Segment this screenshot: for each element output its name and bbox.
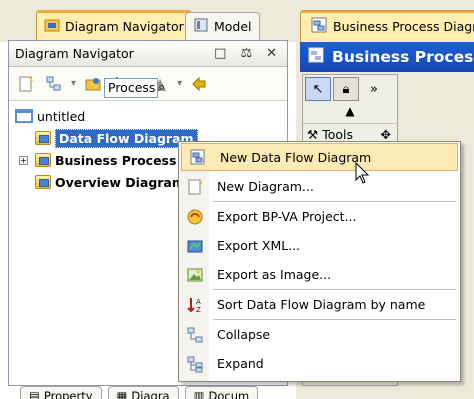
bpd-title-icon bbox=[308, 47, 324, 67]
menu-item-sort-by-name[interactable]: AZ Sort Data Flow Diagram by name bbox=[179, 290, 460, 319]
tab-label: Docum bbox=[208, 389, 250, 399]
mouse-cursor-icon bbox=[355, 161, 371, 189]
lock-tool-icon[interactable]: 🔒︎ bbox=[333, 77, 359, 101]
context-menu: New Data Flow Diagram New Diagram... Exp… bbox=[178, 141, 461, 382]
model-icon bbox=[193, 17, 209, 36]
process-field[interactable]: Process bbox=[104, 78, 158, 98]
scroll-up-icon[interactable]: ▲ bbox=[303, 103, 397, 119]
menu-item-label: Export BP-VA Project... bbox=[217, 209, 357, 224]
tab-diagram-navigator[interactable]: Diagram Navigator bbox=[36, 10, 192, 42]
documentation-icon: ▥ bbox=[193, 389, 205, 399]
menu-item-collapse[interactable]: Collapse bbox=[179, 320, 460, 349]
menu-item-label: Export as Image... bbox=[217, 267, 332, 282]
tab-label: Diagram Navigator bbox=[65, 19, 184, 34]
dropdown-arrow-icon[interactable]: ▾ bbox=[177, 78, 182, 89]
new-dfd-icon bbox=[188, 147, 208, 167]
navigator-title: Diagram Navigator bbox=[15, 46, 134, 61]
svg-text:A: A bbox=[196, 298, 201, 306]
diagram-folder-icon bbox=[35, 131, 51, 145]
editor-title-bar: Business Process D bbox=[300, 42, 474, 72]
bpd-diagram-icon bbox=[311, 17, 327, 36]
tab-label: Property bbox=[43, 389, 93, 399]
expand-plus-icon[interactable]: + bbox=[19, 155, 28, 165]
tab-documentation[interactable]: ▥ Docum bbox=[184, 386, 259, 399]
menu-item-label: New Data Flow Diagram bbox=[220, 149, 372, 165]
tab-diagram[interactable]: ▦ Diagra bbox=[107, 386, 179, 399]
collapse-icon bbox=[185, 325, 205, 345]
tab-label: Business Process Diagram bbox=[333, 19, 474, 34]
svg-text:Z: Z bbox=[196, 306, 201, 314]
menu-item-new-data-flow-diagram[interactable]: New Data Flow Diagram bbox=[181, 143, 458, 171]
menu-item-export-xml[interactable]: Export XML... bbox=[179, 231, 460, 260]
tree-item-label: Data Flow Diagram bbox=[55, 128, 198, 148]
restore-icon[interactable]: □ bbox=[214, 46, 226, 61]
diagram-icon: ▦ bbox=[116, 389, 128, 399]
menu-item-expand[interactable]: Expand bbox=[179, 349, 460, 378]
menu-item-label: Collapse bbox=[217, 327, 271, 342]
tab-label: Model bbox=[214, 19, 252, 34]
open-folder-icon[interactable] bbox=[82, 73, 104, 95]
menu-item-export-as-image[interactable]: Export as Image... bbox=[179, 260, 460, 289]
tab-model[interactable]: Model bbox=[185, 12, 260, 40]
menu-item-export-bpva-project[interactable]: Export BP-VA Project... bbox=[179, 202, 460, 231]
diagram-folder-icon bbox=[35, 153, 51, 167]
menu-item-label: Expand bbox=[217, 356, 264, 371]
menu-item-new-diagram[interactable]: New Diagram... bbox=[179, 172, 460, 201]
tools-icon: ⚒ bbox=[307, 126, 319, 142]
tab-property[interactable]: ▤ Property bbox=[20, 386, 102, 399]
export-bpva-icon bbox=[185, 207, 205, 227]
editor-title: Business Process D bbox=[332, 48, 474, 66]
tree-root-label: untitled bbox=[37, 108, 86, 124]
expand-icon bbox=[185, 354, 205, 374]
close-icon[interactable]: ✕ bbox=[266, 46, 277, 61]
dropdown-arrow-icon[interactable]: ▾ bbox=[71, 78, 76, 89]
menu-item-label: New Diagram... bbox=[217, 179, 314, 194]
new-diagram-icon bbox=[185, 177, 205, 197]
tools-label: Tools bbox=[322, 126, 354, 142]
project-root-icon bbox=[15, 109, 33, 123]
move-icon[interactable]: ✥ bbox=[381, 127, 397, 142]
bottom-tab-bar: ▤ Property ▦ Diagra ▥ Docum bbox=[20, 386, 259, 399]
tree-item-label: Overview Diagram bbox=[55, 174, 185, 190]
pin-icon[interactable]: ⚖ bbox=[240, 46, 252, 61]
tree-view-icon[interactable] bbox=[43, 73, 65, 95]
pointer-tool-icon[interactable]: ↖ bbox=[305, 77, 331, 101]
refresh-icon[interactable] bbox=[188, 73, 210, 95]
export-xml-icon bbox=[185, 236, 205, 256]
export-image-icon bbox=[185, 265, 205, 285]
tab-label: Diagra bbox=[131, 389, 170, 399]
search-icon[interactable]: ⌕ bbox=[158, 80, 165, 95]
navigator-header: Diagram Navigator □ ⚖ ✕ bbox=[9, 41, 287, 67]
menu-item-label: Export XML... bbox=[217, 238, 301, 253]
tab-business-process-diagram[interactable]: Business Process Diagram bbox=[300, 10, 474, 42]
more-tools-icon[interactable]: » bbox=[361, 77, 387, 101]
menu-item-label: Sort Data Flow Diagram by name bbox=[217, 297, 426, 312]
tree-item-label: Business Process bbox=[55, 152, 177, 168]
tree-root-untitled[interactable]: untitled bbox=[15, 105, 287, 127]
diagram-folder-icon bbox=[35, 175, 51, 189]
sort-az-icon: AZ bbox=[185, 295, 205, 315]
left-tab-bar: Diagram Navigator Model bbox=[0, 0, 296, 42]
property-icon: ▤ bbox=[29, 389, 40, 399]
new-diagram-icon[interactable] bbox=[15, 73, 37, 95]
diagram-navigator-icon bbox=[44, 17, 60, 36]
